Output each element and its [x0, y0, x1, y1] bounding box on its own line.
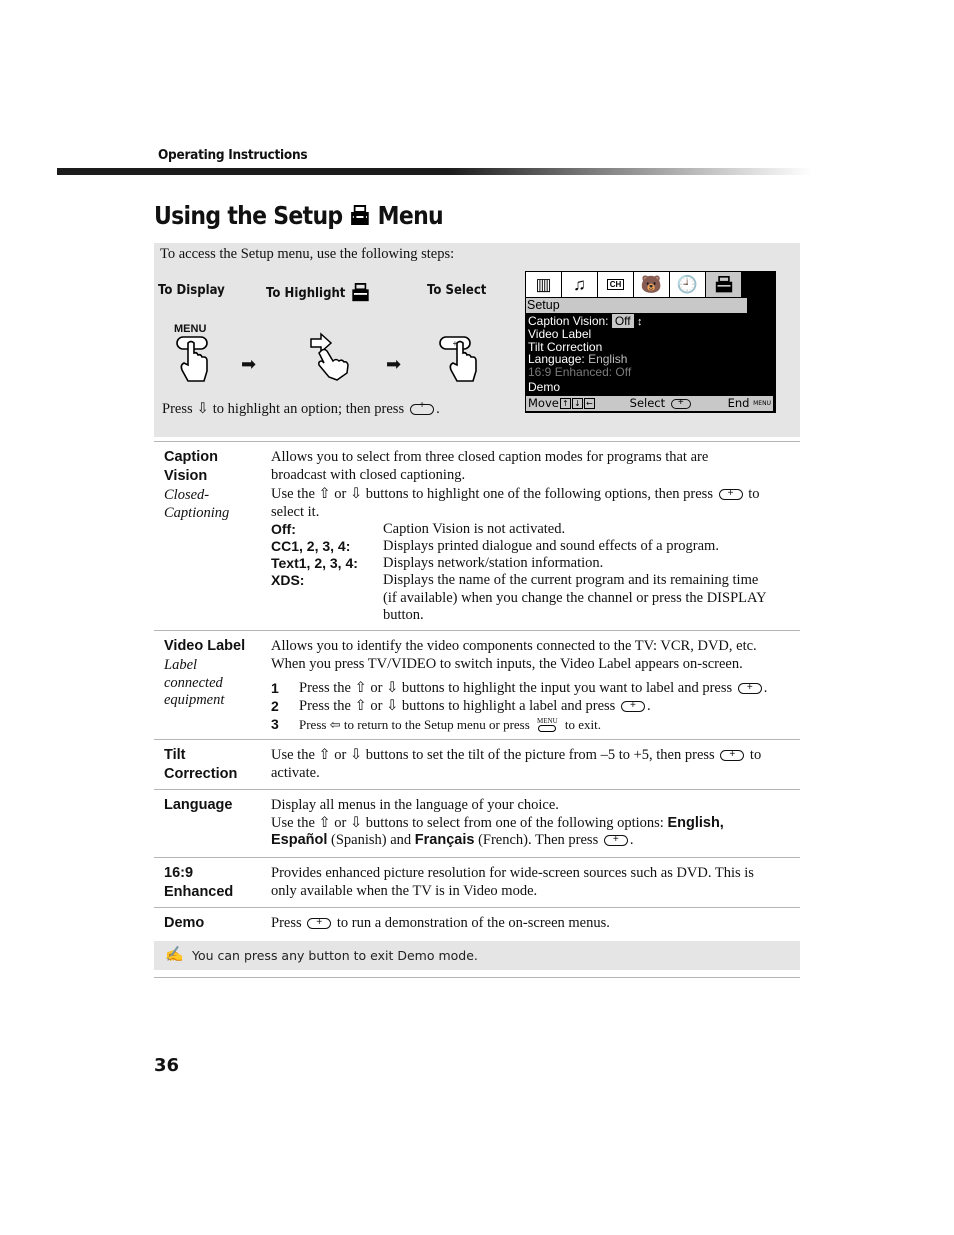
step-label-display: To Display — [158, 283, 225, 298]
step-text: Press the ⇧ or ⇩ buttons to highlight th… — [299, 679, 767, 698]
down-arrow-icon: ⇩ — [350, 486, 363, 502]
description: Use the ⇧ or ⇩ buttons to set the tilt o… — [271, 746, 796, 782]
divider — [154, 739, 800, 740]
tv-menu-help-bar: Move↑↓← Select End MENU — [526, 395, 773, 411]
step-label-select: To Select — [427, 283, 487, 298]
step-text: Press the ⇧ or ⇩ buttons to highlight a … — [299, 697, 651, 716]
setup-toolbox-icon — [352, 283, 369, 302]
term-video-label: Video Label — [164, 638, 246, 654]
tv-menu-item: 16:9 Enhanced: Off — [528, 365, 632, 379]
tv-setup-menu-screen: ▥ ♫ CH 🐻 🕘 Setup Caption Vision: Off ↕ V… — [525, 271, 776, 413]
hand-arrow-highlight-icon — [310, 332, 349, 381]
parent-icon: 🐻 — [634, 272, 669, 297]
menu-button-label: MENU — [174, 323, 207, 335]
note-panel: ✍ You can press any button to exit Demo … — [154, 941, 800, 970]
tv-menu-item: Demo — [528, 380, 561, 394]
description: Display all menus in the language of you… — [271, 797, 796, 850]
title-text-end: Menu — [377, 201, 444, 230]
term-tilt-correction: Tilt Correction — [164, 747, 238, 782]
hand-press-menu-icon — [176, 336, 208, 382]
description: Allows you to select from three closed c… — [271, 449, 709, 483]
term-caption-vision: Caption Vision — [164, 449, 218, 484]
description: Provides enhanced picture resolution for… — [271, 865, 754, 899]
setup-icon — [706, 272, 741, 297]
tv-menu-icon-bar: ▥ ♫ CH 🐻 🕘 — [526, 272, 741, 297]
option-key: Off: — [271, 521, 296, 537]
enter-button-icon — [307, 914, 332, 932]
divider — [154, 630, 800, 631]
title-text-start: Using the Setup — [154, 201, 343, 230]
divider — [154, 789, 800, 790]
divider — [154, 857, 800, 858]
step-text: Press ⇦ to return to the Setup menu or p… — [299, 716, 601, 734]
down-arrow-icon: ⇩ — [196, 401, 209, 417]
option-desc: Caption Vision is not activated. — [383, 521, 566, 537]
option-desc: Displays printed dialogue and sound effe… — [383, 538, 719, 554]
section-header: Operating Instructions — [158, 147, 308, 163]
steps-instruction: Press ⇩ to highlight an option; then pre… — [162, 400, 440, 418]
hand-press-enter-icon: + — [439, 336, 477, 382]
description: Allows you to identify the video compone… — [271, 638, 757, 672]
option-desc: Displays network/station information. — [383, 555, 604, 571]
step-number: 2 — [271, 698, 279, 714]
enter-button-icon — [737, 679, 762, 697]
enter-button-icon — [603, 831, 628, 849]
enter-button-icon — [718, 485, 743, 503]
term-demo: Demo — [164, 915, 205, 931]
enter-button-icon — [620, 697, 645, 715]
option-key: XDS: — [271, 572, 305, 588]
option-desc: Displays the name of the current program… — [383, 572, 767, 623]
option-key: Text1, 2, 3, 4: — [271, 555, 358, 571]
term-language: Language — [164, 797, 233, 813]
note-pencil-icon: ✍ — [165, 947, 184, 963]
term-16-9-enhanced: 16:9 Enhanced — [164, 865, 234, 900]
header-divider-bar — [57, 168, 812, 175]
divider — [154, 907, 800, 908]
term-subtitle: Label connected equipment — [164, 657, 225, 708]
setup-toolbox-icon — [351, 204, 369, 225]
description: Use the ⇧ or ⇩ buttons to highlight one … — [271, 485, 796, 521]
arrow-right-icon: ➡ — [241, 354, 257, 374]
arrow-right-icon: ➡ — [386, 354, 402, 374]
enter-button-icon — [670, 395, 691, 410]
note-text: You can press any button to exit Demo mo… — [192, 948, 478, 963]
channel-icon: CH — [598, 272, 633, 297]
divider — [154, 441, 800, 442]
steps-intro: To access the Setup menu, use the follow… — [160, 246, 455, 262]
page-number: 36 — [154, 1055, 180, 1076]
video-icon: ▥ — [526, 272, 561, 297]
audio-icon: ♫ — [562, 272, 597, 297]
option-key: CC1, 2, 3, 4: — [271, 538, 351, 554]
page-title: Using the Setup Menu — [154, 201, 444, 230]
step-label-highlight: To Highlight — [266, 283, 371, 303]
enter-button-icon — [410, 400, 435, 415]
tv-menu-title: Setup — [526, 298, 747, 313]
description: Press to run a demonstration of the on-s… — [271, 914, 796, 933]
term-subtitle: Closed- Captioning — [164, 487, 230, 521]
step-number: 3 — [271, 716, 279, 732]
step-number: 1 — [271, 680, 279, 696]
left-arrow-icon: ⇦ — [329, 717, 341, 732]
menu-button-icon: MENU — [537, 718, 558, 734]
timer-icon: 🕘 — [670, 272, 705, 297]
divider — [154, 977, 800, 978]
up-arrow-icon: ⇧ — [318, 486, 331, 502]
enter-button-icon — [720, 746, 745, 764]
